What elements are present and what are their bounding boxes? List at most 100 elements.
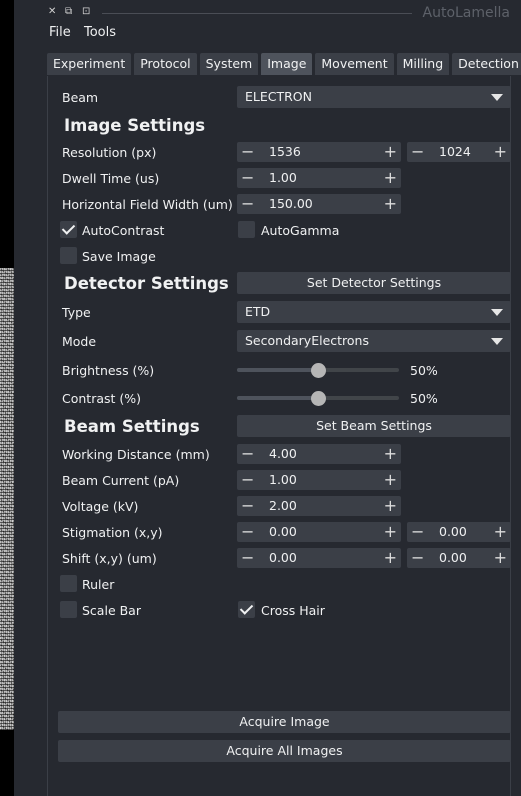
splitter[interactable] [14, 0, 30, 796]
dwell-time-label: Dwell Time (us) [62, 171, 160, 186]
detector-type-label: Type [62, 305, 91, 320]
brightness-label: Brightness (%) [62, 363, 155, 378]
detector-type-value: ETD [245, 304, 271, 319]
tab-experiment[interactable]: Experiment [47, 53, 132, 75]
detector-type-select[interactable]: ETD [237, 301, 511, 323]
voltage-spinbox[interactable]: − 2.00 + [237, 496, 401, 516]
beam-current-spinbox[interactable]: − 1.00 + [237, 470, 401, 490]
cross-hair-label: Cross Hair [261, 603, 325, 618]
plus-icon[interactable]: + [384, 548, 397, 567]
acquire-image-button[interactable]: Acquire Image [58, 711, 511, 733]
shift-x-spinbox[interactable]: − 0.00 + [237, 548, 401, 568]
restore-icon[interactable]: ⊡ [82, 6, 90, 17]
cross-hair-checkbox[interactable] [238, 601, 255, 618]
brightness-slider[interactable] [237, 363, 399, 378]
plus-icon[interactable]: + [494, 522, 507, 541]
image-settings-title: Image Settings [64, 116, 206, 135]
resolution-x-value: 1536 [269, 144, 301, 159]
set-beam-settings-button[interactable]: Set Beam Settings [237, 415, 511, 437]
autocontrast-checkbox[interactable] [60, 221, 77, 238]
minus-icon[interactable]: − [241, 496, 254, 515]
menu-tools[interactable]: Tools [84, 25, 116, 40]
minus-icon[interactable]: − [241, 522, 254, 541]
plus-icon[interactable]: + [384, 522, 397, 541]
tab-bar: Experiment Protocol System Image Movemen… [47, 53, 521, 75]
shift-y-value: 0.00 [439, 550, 467, 565]
beam-select[interactable]: ELECTRON [237, 86, 511, 108]
hfw-spinbox[interactable]: − 150.00 + [237, 194, 401, 214]
voltage-label: Voltage (kV) [62, 499, 139, 514]
working-distance-value: 4.00 [269, 446, 297, 461]
stigmation-x-spinbox[interactable]: − 0.00 + [237, 522, 401, 542]
hfw-label: Horizontal Field Width (um) [62, 197, 233, 212]
minus-icon[interactable]: − [241, 470, 254, 489]
dwell-time-spinbox[interactable]: − 1.00 + [237, 168, 401, 188]
brightness-value: 50% [410, 363, 438, 378]
minus-icon[interactable]: − [241, 194, 254, 213]
menubar: File Tools [30, 24, 521, 46]
slider-handle[interactable] [311, 391, 326, 406]
detector-mode-select[interactable]: SecondaryElectrons [237, 330, 511, 352]
minus-icon[interactable]: − [411, 548, 424, 567]
plus-icon[interactable]: + [384, 168, 397, 187]
chevron-down-icon [491, 338, 503, 345]
plus-icon[interactable]: + [384, 194, 397, 213]
slider-handle[interactable] [311, 363, 326, 378]
beam-settings-title: Beam Settings [64, 417, 200, 436]
acquire-all-images-button[interactable]: Acquire All Images [58, 740, 511, 762]
detector-mode-label: Mode [62, 334, 97, 349]
save-image-checkbox[interactable] [60, 247, 77, 264]
contrast-slider[interactable] [237, 391, 399, 406]
image-viewer-strip [0, 0, 14, 796]
beam-current-label: Beam Current (pA) [62, 473, 180, 488]
menu-file[interactable]: File [49, 25, 71, 40]
set-detector-settings-button[interactable]: Set Detector Settings [237, 272, 511, 294]
shift-y-spinbox[interactable]: − 0.00 + [407, 548, 511, 568]
shift-label: Shift (x,y) (um) [62, 551, 157, 566]
autocontrast-label: AutoContrast [82, 223, 165, 238]
dwell-time-value: 1.00 [269, 170, 297, 185]
tab-image[interactable]: Image [261, 53, 313, 75]
plus-icon[interactable]: + [494, 548, 507, 567]
tab-milling[interactable]: Milling [396, 53, 450, 75]
close-icon[interactable]: ✕ [48, 6, 56, 17]
tab-movement[interactable]: Movement [315, 53, 394, 75]
beam-select-value: ELECTRON [245, 89, 312, 104]
minus-icon[interactable]: − [241, 168, 254, 187]
tab-system[interactable]: System [199, 53, 259, 75]
stigmation-y-spinbox[interactable]: − 0.00 + [407, 522, 511, 542]
plus-icon[interactable]: + [494, 142, 507, 161]
contrast-label: Contrast (%) [62, 391, 142, 406]
slider-fill [237, 368, 318, 372]
tab-protocol[interactable]: Protocol [134, 53, 197, 75]
tab-detection[interactable]: Detection [452, 53, 521, 75]
resolution-x-spinbox[interactable]: − 1536 + [237, 142, 401, 162]
slider-fill [237, 396, 318, 400]
contrast-value: 50% [410, 391, 438, 406]
resolution-y-spinbox[interactable]: − 1024 + [407, 142, 511, 162]
plus-icon[interactable]: + [384, 470, 397, 489]
autolamella-dock: ✕ ⧉ ⊡ AutoLamella File Tools Experiment … [30, 0, 521, 796]
beam-label: Beam [62, 90, 99, 105]
minus-icon[interactable]: − [241, 548, 254, 567]
plus-icon[interactable]: + [384, 444, 397, 463]
autogamma-label: AutoGamma [261, 223, 340, 238]
detector-settings-title: Detector Settings [64, 274, 229, 293]
plus-icon[interactable]: + [384, 496, 397, 515]
autogamma-checkbox[interactable] [238, 221, 255, 238]
minus-icon[interactable]: − [241, 444, 254, 463]
image-tab-panel: Beam ELECTRON Image Settings Resolution … [47, 76, 511, 796]
hfw-value: 150.00 [269, 196, 313, 211]
scale-bar-checkbox[interactable] [60, 601, 77, 618]
detector-mode-value: SecondaryElectrons [245, 333, 369, 348]
ruler-checkbox[interactable] [60, 575, 77, 592]
float-icon[interactable]: ⧉ [65, 6, 72, 17]
plus-icon[interactable]: + [384, 142, 397, 161]
minus-icon[interactable]: − [241, 142, 254, 161]
working-distance-label: Working Distance (mm) [62, 447, 210, 462]
minus-icon[interactable]: − [411, 142, 424, 161]
stigmation-y-value: 0.00 [439, 524, 467, 539]
minus-icon[interactable]: − [411, 522, 424, 541]
working-distance-spinbox[interactable]: − 4.00 + [237, 444, 401, 464]
stigmation-x-value: 0.00 [269, 524, 297, 539]
